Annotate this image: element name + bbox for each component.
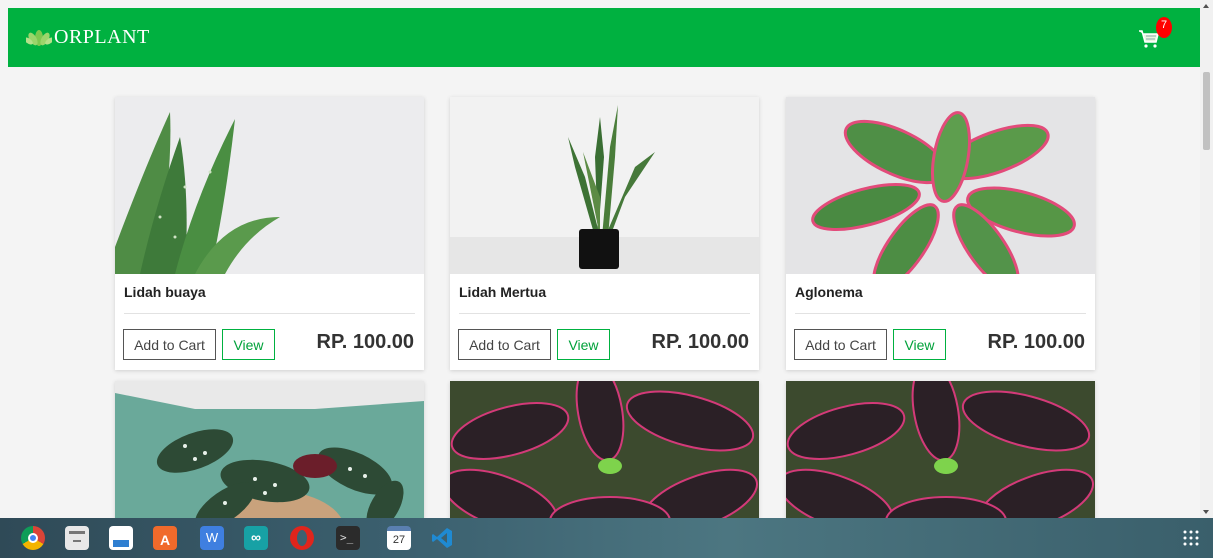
leaf-logo-icon (26, 29, 52, 46)
product-card: Lidah buaya Add to Cart View RP. 100.00 (115, 97, 424, 370)
file-manager-icon[interactable] (65, 526, 89, 550)
vscode-logo-icon (432, 528, 452, 548)
view-button[interactable]: View (557, 329, 610, 360)
product-card (450, 381, 759, 518)
product-image-snake-plant (450, 97, 759, 274)
cart-button[interactable]: 7 (1138, 17, 1178, 57)
product-card: Lidah Mertua Add to Cart View RP. 100.00 (450, 97, 759, 370)
calendar-icon[interactable]: 27 (387, 526, 411, 550)
arduino-icon[interactable]: ∞ (244, 526, 268, 550)
product-name: Lidah buaya (124, 284, 206, 300)
divider (124, 313, 415, 314)
app-store-icon[interactable]: A (153, 526, 177, 550)
vertical-scrollbar[interactable] (1200, 0, 1213, 518)
view-button[interactable]: View (222, 329, 275, 360)
view-button[interactable]: View (893, 329, 946, 360)
add-to-cart-button[interactable]: Add to Cart (458, 329, 551, 360)
add-to-cart-button[interactable]: Add to Cart (123, 329, 216, 360)
scroll-thumb[interactable] (1203, 72, 1210, 150)
product-price: RP. 100.00 (987, 331, 1086, 353)
product-name: Aglonema (795, 284, 863, 300)
brand-name: ORPLANT (54, 26, 150, 48)
product-image-calathea (450, 381, 759, 518)
app-grid-icon[interactable] (1183, 530, 1199, 546)
product-price: RP. 100.00 (651, 331, 750, 353)
scroll-up-arrow-icon[interactable] (1203, 4, 1209, 8)
product-card (115, 381, 424, 518)
chrome-icon[interactable] (21, 526, 45, 550)
opera-icon[interactable] (290, 526, 314, 550)
product-image-begonia (115, 381, 424, 518)
text-editor-icon[interactable] (109, 526, 133, 550)
product-image-calathea (786, 381, 1095, 518)
navbar: ORPLANT 7 (8, 8, 1200, 67)
product-image-aglonema (786, 97, 1095, 274)
scroll-down-arrow-icon[interactable] (1203, 510, 1209, 514)
product-card (786, 381, 1095, 518)
divider (795, 313, 1086, 314)
product-price: RP. 100.00 (316, 331, 415, 353)
terminal-icon[interactable]: >_ (336, 526, 360, 550)
brand[interactable]: ORPLANT (26, 26, 150, 49)
taskbar: A W ∞ >_ 27 (0, 518, 1213, 558)
add-to-cart-button[interactable]: Add to Cart (794, 329, 887, 360)
product-name: Lidah Mertua (459, 284, 547, 300)
divider (459, 313, 750, 314)
product-card: Aglonema Add to Cart View RP. 100.00 (786, 97, 1095, 370)
word-icon[interactable]: W (200, 526, 224, 550)
product-image-aloe (115, 97, 424, 274)
browser-viewport: ORPLANT 7 Lidah buaya Add to Cart View R… (0, 0, 1213, 518)
vscode-icon[interactable] (430, 526, 454, 550)
cart-count-badge: 7 (1156, 17, 1172, 38)
